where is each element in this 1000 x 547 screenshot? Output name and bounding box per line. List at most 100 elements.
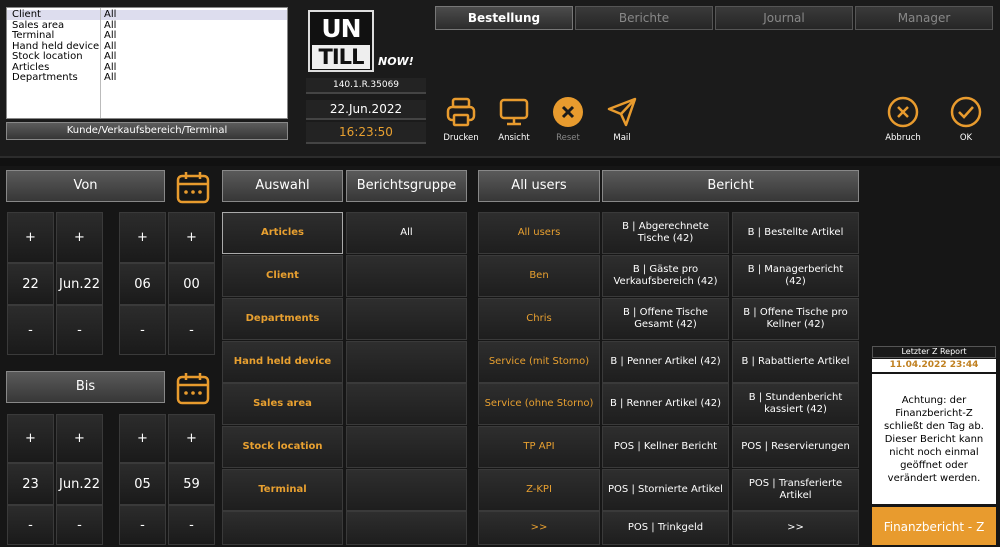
- berichtsgruppe-item[interactable]: [346, 383, 467, 425]
- bis-day-value: 23: [7, 463, 54, 505]
- report-item[interactable]: B | Bestellte Artikel: [732, 212, 859, 254]
- ok-button[interactable]: OK: [936, 96, 996, 143]
- z-report-date: 11.04.2022 23:44: [872, 359, 996, 372]
- von-hour-plus-button[interactable]: +: [119, 212, 166, 263]
- kunde-verkaufsbereich-terminal-button[interactable]: Kunde/Verkaufsbereich/Terminal: [6, 122, 288, 140]
- report-item[interactable]: POS | Trinkgeld: [602, 511, 729, 545]
- filter-value: All: [104, 30, 117, 41]
- cancel-label: Abbruch: [885, 133, 921, 143]
- view-button[interactable]: Ansicht: [484, 96, 544, 143]
- report-item[interactable]: B | Gäste pro Verkaufsbereich (42): [602, 255, 729, 297]
- tab-bestellung[interactable]: Bestellung: [435, 6, 573, 30]
- von-day-plus-button[interactable]: +: [7, 212, 54, 263]
- tab-manager[interactable]: Manager: [855, 6, 993, 30]
- reset-button[interactable]: Reset: [538, 96, 598, 143]
- berichtsgruppe-item[interactable]: [346, 255, 467, 297]
- bericht-header: Bericht: [602, 170, 859, 202]
- user-item[interactable]: Chris: [478, 298, 600, 340]
- version-label: 140.1.R.35069: [306, 78, 426, 94]
- von-calendar-icon[interactable]: [175, 170, 211, 204]
- bis-month-plus-button[interactable]: +: [56, 414, 103, 463]
- filter-label[interactable]: Terminal: [12, 30, 99, 42]
- auswahl-item[interactable]: Sales area: [222, 383, 343, 425]
- report-item[interactable]: POS | Stornierte Artikel: [602, 469, 729, 511]
- tab-journal[interactable]: Journal: [715, 6, 853, 30]
- report-item[interactable]: B | Penner Artikel (42): [602, 341, 729, 383]
- report-item[interactable]: >>: [732, 511, 859, 545]
- z-report-title: Letzter Z Report: [872, 346, 996, 358]
- filter-label[interactable]: Departments: [12, 72, 99, 84]
- bis-hour-minus-button[interactable]: -: [119, 505, 166, 545]
- berichtsgruppe-item[interactable]: [346, 341, 467, 383]
- cancel-button[interactable]: Abbruch: [873, 96, 933, 143]
- auswahl-item[interactable]: Hand held device: [222, 341, 343, 383]
- report-item[interactable]: B | Managerbericht (42): [732, 255, 859, 297]
- print-button[interactable]: Drucken: [431, 96, 491, 143]
- von-month-minus-button[interactable]: -: [56, 305, 103, 355]
- report-item[interactable]: POS | Reservierungen: [732, 426, 859, 468]
- user-item[interactable]: Ben: [478, 255, 600, 297]
- filter-label[interactable]: Client: [12, 9, 99, 21]
- logo-un-text: UN: [321, 14, 361, 43]
- user-item[interactable]: Service (mit Storno): [478, 341, 600, 383]
- finanzbericht-z-button[interactable]: Finanzbericht - Z: [872, 507, 996, 545]
- monitor-icon: [499, 98, 529, 126]
- bis-hour-value: 05: [119, 463, 166, 505]
- bis-calendar-icon[interactable]: [175, 371, 211, 405]
- bis-day-minus-button[interactable]: -: [7, 505, 54, 545]
- ok-label: OK: [959, 133, 973, 143]
- untill-logo: UN TILL: [308, 10, 374, 72]
- report-item[interactable]: POS | Kellner Bericht: [602, 426, 729, 468]
- bis-day-plus-button[interactable]: +: [7, 414, 54, 463]
- tab-berichte[interactable]: Berichte: [575, 6, 713, 30]
- report-item[interactable]: B | Abgerechnete Tische (42): [602, 212, 729, 254]
- berichtsgruppe-item[interactable]: All: [346, 212, 467, 254]
- bis-minute-minus-button[interactable]: -: [168, 505, 215, 545]
- mail-button[interactable]: Mail: [592, 96, 652, 143]
- report-item[interactable]: POS | Transferierte Artikel: [732, 469, 859, 511]
- current-time: 16:23:50: [306, 122, 426, 144]
- report-item[interactable]: B | Offene Tische Gesamt (42): [602, 298, 729, 340]
- user-item[interactable]: Z-KPI: [478, 469, 600, 511]
- filter-list[interactable]: Client Sales area Terminal Hand held dev…: [6, 7, 288, 119]
- printer-icon: [446, 97, 476, 127]
- von-hour-minus-button[interactable]: -: [119, 305, 166, 355]
- auswahl-item[interactable]: Departments: [222, 298, 343, 340]
- von-month-value: Jun.22: [56, 263, 103, 305]
- report-item[interactable]: B | Stundenbericht kassiert (42): [732, 383, 859, 425]
- filter-values: All All All All All All All: [104, 9, 117, 84]
- user-item[interactable]: TP API: [478, 426, 600, 468]
- bis-minute-plus-button[interactable]: +: [168, 414, 215, 463]
- auswahl-item[interactable]: Terminal: [222, 469, 343, 511]
- berichtsgruppe-header: Berichtsgruppe: [346, 170, 467, 202]
- report-item[interactable]: B | Rabattierte Artikel: [732, 341, 859, 383]
- bis-month-minus-button[interactable]: -: [56, 505, 103, 545]
- reset-label: Reset: [556, 133, 580, 143]
- berichtsgruppe-item[interactable]: [346, 298, 467, 340]
- auswahl-item[interactable]: Stock location: [222, 426, 343, 468]
- bis-hour-plus-button[interactable]: +: [119, 414, 166, 463]
- berichtsgruppe-item[interactable]: [346, 511, 467, 545]
- user-item[interactable]: >>: [478, 511, 600, 545]
- logo-now-text: NOW!: [378, 55, 414, 68]
- auswahl-item[interactable]: Articles: [222, 212, 343, 254]
- filter-label[interactable]: Stock location: [12, 51, 99, 63]
- berichtsgruppe-item[interactable]: [346, 469, 467, 511]
- von-minute-minus-button[interactable]: -: [168, 305, 215, 355]
- filter-value: All: [104, 51, 117, 62]
- berichtsgruppe-item[interactable]: [346, 426, 467, 468]
- bis-label: Bis: [6, 371, 165, 403]
- view-label: Ansicht: [498, 133, 530, 143]
- user-item[interactable]: Service (ohne Storno): [478, 383, 600, 425]
- filter-labels: Client Sales area Terminal Hand held dev…: [12, 9, 99, 84]
- report-item[interactable]: B | Renner Artikel (42): [602, 383, 729, 425]
- print-label: Drucken: [443, 133, 479, 143]
- auswahl-item[interactable]: [222, 511, 343, 545]
- auswahl-item[interactable]: Client: [222, 255, 343, 297]
- user-item[interactable]: All users: [478, 212, 600, 254]
- von-month-plus-button[interactable]: +: [56, 212, 103, 263]
- auswahl-header: Auswahl: [222, 170, 343, 202]
- report-item[interactable]: B | Offene Tische pro Kellner (42): [732, 298, 859, 340]
- von-day-minus-button[interactable]: -: [7, 305, 54, 355]
- von-minute-plus-button[interactable]: +: [168, 212, 215, 263]
